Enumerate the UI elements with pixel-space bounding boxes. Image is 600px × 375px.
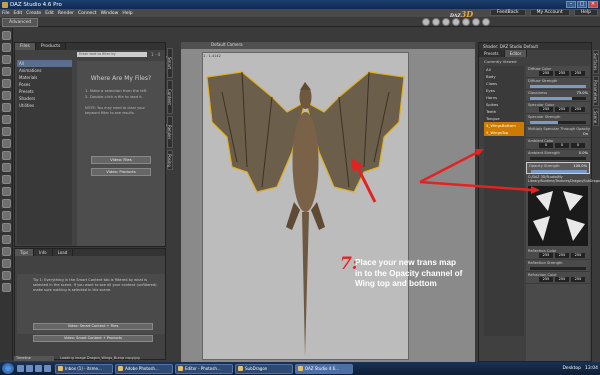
- taskbar-item-photoshop[interactable]: Adobe Photosh...: [115, 363, 173, 374]
- quick-launch-icon[interactable]: [26, 365, 33, 372]
- system-tray: Desktop 13:04: [562, 363, 598, 374]
- quick-launch-icon[interactable]: [44, 365, 51, 372]
- start-button-icon[interactable]: [2, 363, 14, 374]
- desktop-toolbar[interactable]: Desktop: [562, 366, 581, 371]
- clock[interactable]: 13:04: [585, 366, 598, 371]
- taskbar-item-inbox[interactable]: Inbox (1) - itsme...: [55, 363, 113, 374]
- quick-launch-icon[interactable]: [17, 365, 24, 372]
- daz-studio-window: DAZ Studio 4.6 Pro – □ × File Edit Creat…: [0, 0, 600, 375]
- taskbar-item-daz-studio[interactable]: DAZ Studio 4.6...: [295, 363, 353, 374]
- taskbar-item-editor[interactable]: Editor - Photosh...: [175, 363, 233, 374]
- windows-taskbar: Inbox (1) - itsme... Adobe Photosh... Ed…: [0, 362, 600, 375]
- taskbar-item-subdragon[interactable]: SubDragon: [235, 363, 293, 374]
- quick-launch-icon[interactable]: [35, 365, 42, 372]
- quick-launch: [17, 365, 51, 372]
- annotation-arrows-right: [419, 149, 540, 194]
